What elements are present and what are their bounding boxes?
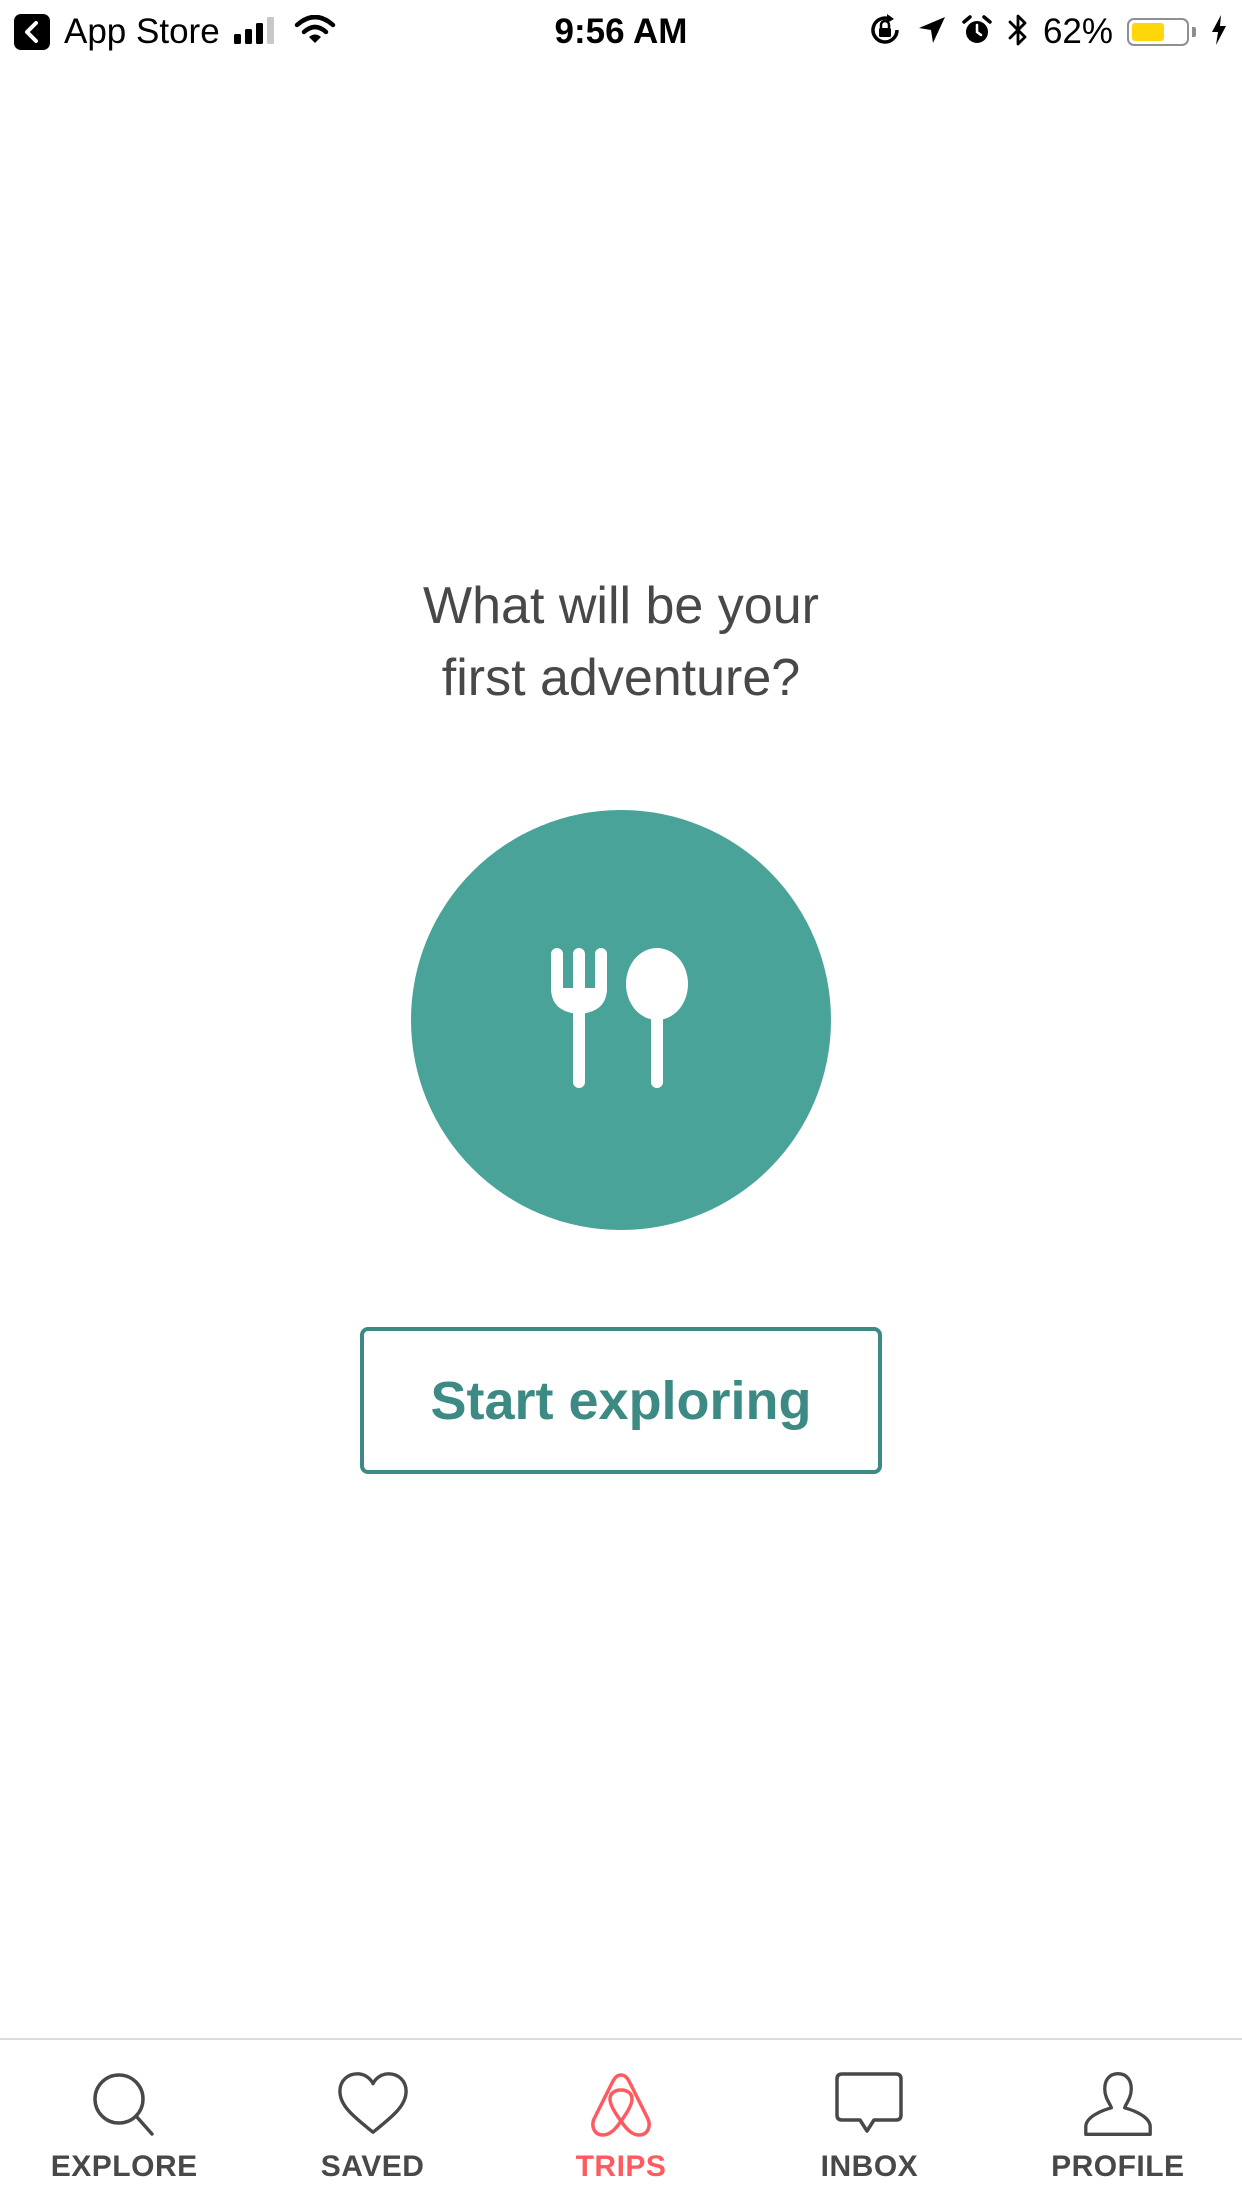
- status-bar: App Store 9:56 AM 62%: [0, 0, 1242, 64]
- headline-line-1: What will be your: [423, 577, 819, 635]
- signal-icon: [233, 16, 280, 49]
- search-icon: [88, 2068, 160, 2140]
- back-to-app-label[interactable]: App Store: [64, 12, 220, 52]
- tab-inbox[interactable]: INBOX: [745, 2040, 993, 2208]
- charging-bolt-icon: [1210, 14, 1228, 51]
- alarm-icon: [961, 14, 993, 51]
- battery-fill: [1132, 23, 1165, 41]
- tab-trips[interactable]: TRIPS: [497, 2040, 745, 2208]
- battery-icon: [1127, 18, 1196, 46]
- food-badge: [411, 810, 831, 1230]
- fork-spoon-icon: [546, 947, 696, 1093]
- bottom-tab-bar: EXPLORE SAVED TRIPS INBOX PROFILE: [0, 2038, 1242, 2208]
- heart-icon: [337, 2068, 409, 2140]
- page-headline: What will be your first adventure?: [0, 570, 1242, 714]
- tab-explore[interactable]: EXPLORE: [0, 2040, 248, 2208]
- battery-body: [1127, 18, 1189, 46]
- headline-line-2: first adventure?: [441, 649, 801, 707]
- start-exploring-button[interactable]: Start exploring: [360, 1327, 882, 1474]
- status-bar-left: App Store: [14, 12, 336, 52]
- tab-profile-label: PROFILE: [1051, 2150, 1185, 2183]
- tab-saved-label: SAVED: [320, 2150, 425, 2183]
- tab-saved[interactable]: SAVED: [248, 2040, 496, 2208]
- tab-explore-label: EXPLORE: [50, 2150, 198, 2183]
- rotation-lock-icon: [867, 12, 903, 53]
- tab-trips-label: TRIPS: [575, 2150, 667, 2183]
- airbnb-belo-icon: [585, 2068, 657, 2140]
- bluetooth-icon: [1007, 13, 1029, 52]
- battery-nub: [1192, 27, 1196, 37]
- back-to-app-icon[interactable]: [14, 14, 50, 50]
- chat-bubble-icon: [833, 2068, 905, 2140]
- wifi-icon: [294, 14, 336, 50]
- location-arrow-icon: [917, 15, 947, 50]
- status-bar-right: 62%: [867, 12, 1228, 53]
- person-icon: [1082, 2068, 1154, 2140]
- battery-percent: 62%: [1042, 12, 1113, 51]
- tab-inbox-label: INBOX: [820, 2150, 919, 2183]
- tab-profile[interactable]: PROFILE: [994, 2040, 1242, 2208]
